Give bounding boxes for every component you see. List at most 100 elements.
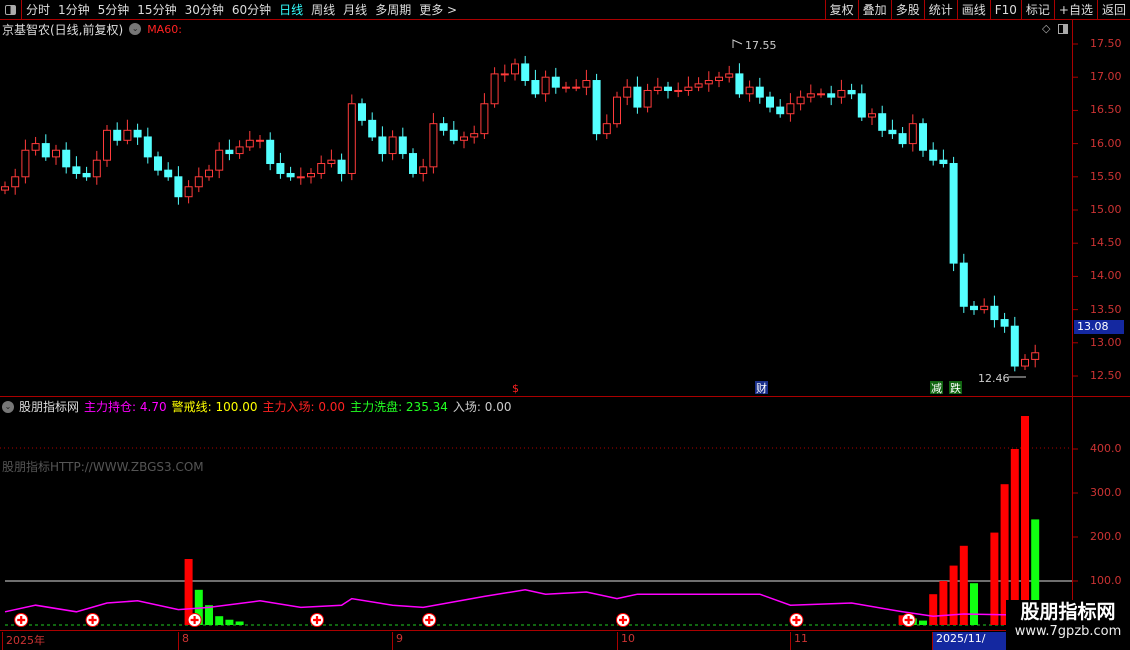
candle-body — [745, 86, 754, 95]
candle — [215, 142, 224, 179]
candle-body — [123, 129, 132, 141]
candle-body — [959, 262, 968, 307]
candle — [1021, 354, 1029, 371]
signal-marker[interactable]: 减 — [931, 382, 942, 395]
candle — [1000, 312, 1009, 333]
candle-body — [368, 119, 377, 138]
candle-body — [419, 166, 428, 174]
candle — [949, 156, 958, 272]
candle — [970, 300, 978, 315]
indicator-tick-label: 400.0 — [1090, 442, 1122, 455]
candle — [21, 139, 30, 184]
indicator-value-number: 235.34 — [402, 400, 448, 414]
candle — [460, 131, 468, 149]
candle — [592, 73, 601, 141]
candle — [837, 79, 846, 104]
candle — [256, 134, 264, 149]
candle-body — [1021, 358, 1029, 367]
date-label: 10 — [617, 632, 635, 650]
candle — [337, 153, 346, 182]
plus-circle-icon[interactable] — [85, 613, 100, 627]
candle — [449, 121, 458, 145]
indicator-name: 股朋指标网 — [19, 400, 80, 414]
indicator-bar — [959, 545, 968, 625]
indicator-value-label: 警戒线: — [171, 400, 212, 414]
candle — [1, 181, 9, 195]
candle — [511, 58, 519, 81]
signal-marker[interactable]: 财 — [756, 381, 767, 395]
candle-body — [735, 73, 744, 95]
candle-body — [133, 129, 142, 138]
candle — [888, 119, 897, 139]
signal-marker[interactable]: 跌 — [950, 381, 961, 395]
candle-body — [970, 305, 978, 311]
candle — [990, 295, 999, 328]
candle-body — [460, 136, 468, 141]
candle — [174, 166, 183, 205]
candle-body — [511, 63, 519, 75]
indicator-value-number: 4.70 — [136, 400, 167, 414]
panel-divider[interactable] — [0, 396, 1130, 397]
chart-canvas[interactable]: 17.55 12.46 $ 财 减跌 — [0, 0, 1130, 650]
signal-marker[interactable]: $ — [512, 382, 519, 395]
plus-circle-icon[interactable] — [789, 613, 804, 627]
candle-body — [602, 123, 611, 135]
candle-body — [429, 123, 438, 168]
candle — [480, 93, 489, 139]
candle — [980, 298, 989, 314]
indicator-tick-label: 300.0 — [1090, 486, 1122, 499]
high-price-annotation: 17.55 — [745, 39, 777, 52]
plus-circle-icon[interactable] — [187, 613, 202, 627]
date-label: 2025年 — [2, 632, 45, 650]
candle — [684, 76, 693, 96]
plus-circle-icon[interactable] — [310, 613, 324, 627]
candle-body — [31, 143, 40, 151]
candle — [582, 69, 591, 96]
chevron-down-icon[interactable]: ⌄ — [2, 400, 14, 413]
candle — [531, 69, 540, 98]
candle — [133, 123, 142, 145]
candle — [1031, 344, 1040, 368]
candle — [143, 127, 152, 164]
candle — [194, 167, 203, 193]
candle-body — [1, 186, 9, 191]
candle-body — [266, 139, 275, 165]
candle-body — [572, 86, 581, 89]
candle — [857, 84, 866, 122]
candle — [103, 125, 111, 167]
main-holding-line — [4, 589, 1036, 617]
candle-body — [286, 172, 295, 178]
candle — [613, 91, 621, 128]
candle-body — [837, 89, 846, 98]
plus-circle-icon[interactable] — [422, 613, 437, 627]
candle-body — [796, 96, 805, 105]
candle — [704, 71, 713, 92]
candle-body — [929, 149, 938, 161]
candle-body — [276, 163, 285, 174]
candle-body — [898, 133, 907, 145]
candle-body — [409, 153, 417, 174]
indicator-value-number: 100.00 — [211, 400, 258, 414]
candle-body — [82, 172, 91, 178]
candle-body — [725, 73, 734, 78]
candle-body — [868, 113, 876, 118]
plus-circle-icon[interactable] — [14, 613, 29, 627]
candle — [317, 155, 326, 179]
price-tick-label: 17.50 — [1090, 37, 1122, 50]
candle — [664, 81, 672, 99]
candle-body — [378, 136, 387, 155]
date-label: 2025/11/ — [932, 632, 1007, 650]
candle — [470, 125, 479, 144]
plus-circle-icon[interactable] — [616, 613, 630, 627]
candle-body — [225, 149, 234, 155]
indicator-bar — [990, 532, 999, 625]
plus-circle-icon[interactable] — [901, 613, 916, 627]
candle-body — [184, 186, 193, 198]
candle — [735, 63, 744, 98]
candle-body — [592, 80, 601, 135]
candle — [368, 112, 377, 141]
high-arrow-icon — [732, 39, 743, 48]
candle-body — [194, 176, 203, 188]
candle-body — [439, 123, 448, 131]
date-axis: 2025年 8 9 10 11 2025/11/ — [0, 630, 1072, 650]
